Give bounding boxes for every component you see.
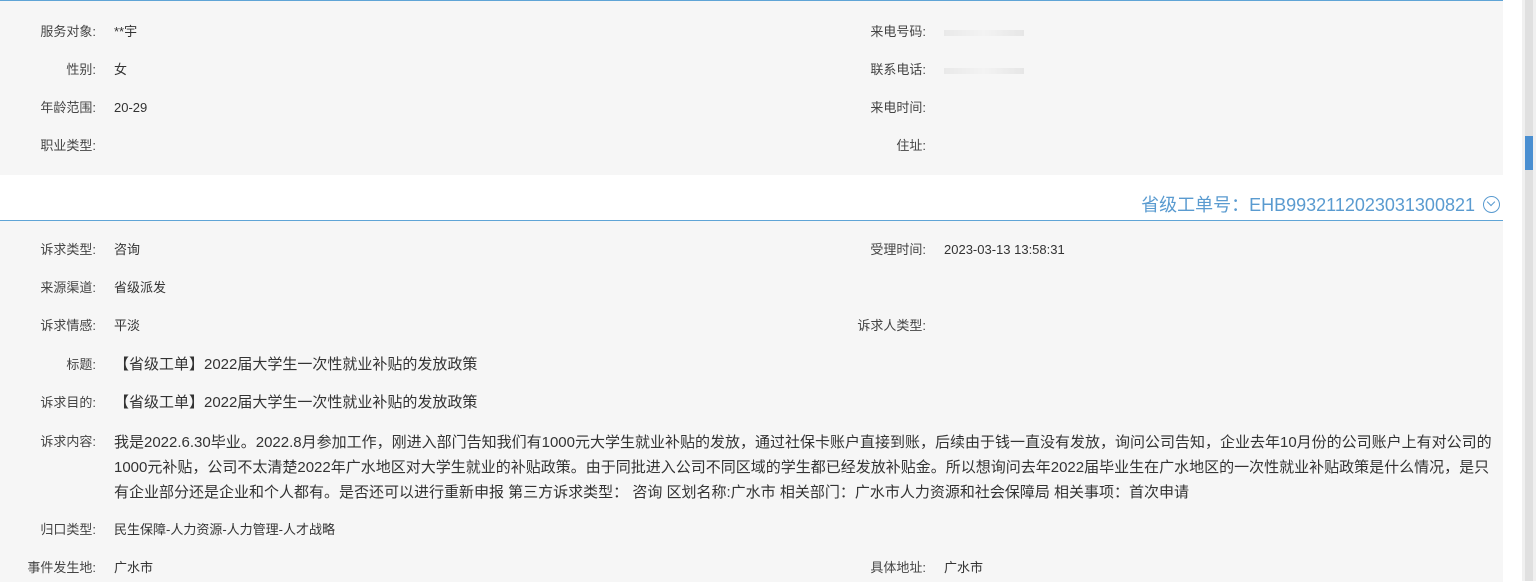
contact-phone-value-masked [944,60,1024,80]
occupation-row: 职业类型: 住址: [0,136,1500,156]
category-row: 归口类型: 民生保障-人力资源-人力管理-人才战略 [0,520,1500,540]
age-range-row: 年龄范围: 20-29 来电时间: [0,98,1500,118]
source-value: 省级派发 [114,280,167,295]
content-label: 诉求内容: [40,434,96,449]
chevron-down-circle-icon[interactable] [1483,196,1500,213]
appellant-type-label: 诉求人类型: [857,318,926,333]
source-row: 来源渠道: 省级派发 [0,278,1500,298]
detail-address-value: 广水市 [944,560,984,575]
appeal-type-row: 诉求类型: 咨询 受理时间: 2023-03-13 13:58:31 [0,240,1500,260]
purpose-value: 【省级工单】2022届大学生一次性就业补贴的发放政策 [114,394,478,411]
accept-time-value: 2023-03-13 13:58:31 [944,242,1065,257]
incoming-number-value-masked [944,22,1024,42]
content-value: 我是2022.6.30毕业。2022.8月参加工作，刚进入部门告知我们有1000… [114,434,1492,501]
scrollbar-track[interactable] [1525,0,1533,581]
category-label: 归口类型: [40,522,96,537]
order-number-text: 省级工单号：EHB9932112023031300821 [1141,195,1475,215]
detail-address-label: 具体地址: [870,560,926,575]
title-value: 【省级工单】2022届大学生一次性就业补贴的发放政策 [114,356,478,373]
purpose-row: 诉求目的: 【省级工单】2022届大学生一次性就业补贴的发放政策 [0,391,1500,415]
scrollbar-thumb[interactable] [1525,136,1533,170]
contact-phone-label: 联系电话: [870,62,926,77]
content-label-row: 诉求内容: [0,430,96,454]
call-time-label: 来电时间: [870,100,926,115]
title-row: 标题: 【省级工单】2022届大学生一次性就业补贴的发放政策 [0,353,1500,377]
gender-row: 性别: 女 联系电话: [0,60,1500,80]
category-value: 民生保障-人力资源-人力管理-人才战略 [114,522,335,537]
purpose-label: 诉求目的: [40,395,96,410]
accept-time-label: 受理时间: [870,242,926,257]
incoming-number-label: 来电号码: [870,24,926,39]
vertical-scrollbar[interactable] [1522,0,1536,581]
location-row: 事件发生地: 广水市 具体地址: 广水市 [0,558,1500,578]
address-label: 住址: [896,138,926,153]
source-label: 来源渠道: [40,280,96,295]
service-target-row: 服务对象: **宇 来电号码: [0,22,1500,42]
order-number-toggle[interactable]: 省级工单号：EHB9932112023031300821 [1141,193,1500,217]
caller-info-panel: 服务对象: **宇 来电号码: 性别: 女 联系电话: 年龄范围: 20-29 … [0,0,1503,175]
emotion-row: 诉求情感: 平淡 诉求人类型: [0,316,1500,336]
title-label: 标题: [66,357,96,372]
